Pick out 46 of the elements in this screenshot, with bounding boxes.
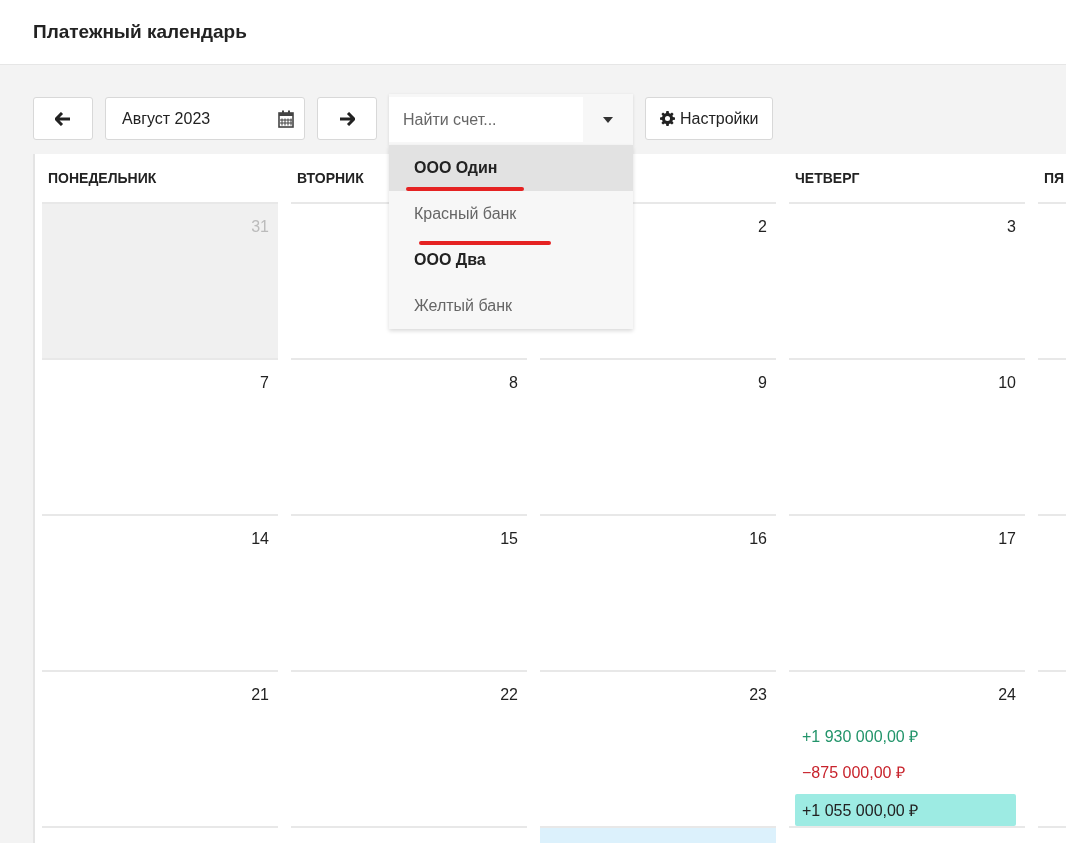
day-cell[interactable]: 21 (42, 672, 278, 828)
expense-amount: −875 000,00 ₽ (801, 763, 906, 783)
day-number: 16 (749, 530, 767, 548)
settings-icon (660, 111, 675, 126)
day-cell[interactable]: 22 (291, 672, 527, 828)
arrow-left-icon (55, 111, 71, 126)
day-number: 8 (509, 374, 518, 392)
day-cell[interactable]: 7 (42, 360, 278, 516)
day-cell[interactable]: 17 (789, 516, 1025, 672)
day-number: 7 (260, 374, 269, 392)
caret-icon (603, 116, 613, 123)
weekday-header: ПЯ (1043, 170, 1065, 186)
day-number: 24 (998, 686, 1016, 704)
day-cell[interactable]: 3 (789, 204, 1025, 360)
day-number: 3 (1007, 218, 1016, 236)
company-option[interactable]: ООО Один (389, 145, 633, 191)
day-cell[interactable]: 14 (42, 516, 278, 672)
day-number: 15 (500, 530, 518, 548)
day-number: 10 (998, 374, 1016, 392)
day-number: 21 (251, 686, 269, 704)
page-title: Платежный календарь (33, 21, 247, 43)
weekday-header: ВТОРНИК (296, 170, 364, 186)
month-picker-field[interactable]: Август 2023 (105, 97, 305, 140)
day-number: 22 (500, 686, 518, 704)
arrow-right-icon (339, 111, 355, 126)
settings-button[interactable]: Настройки (645, 97, 774, 140)
next-month-button[interactable] (317, 97, 377, 140)
weekday-header: ПОНЕДЕЛЬНИК (47, 170, 157, 186)
day-cell[interactable]: 10 (789, 360, 1025, 516)
day-number: 17 (998, 530, 1016, 548)
day-cell[interactable]: 15 (291, 516, 527, 672)
day-number: 9 (758, 374, 767, 392)
day-cell[interactable]: 24 +1 930 000,00 ₽ −875 000,00 ₽ +1 055 000,00 ₽ (789, 672, 1025, 828)
weekday-header: ЧЕТВЕРГ (794, 170, 860, 186)
account-search-select[interactable]: Найти счет... (389, 94, 633, 145)
day-number: 2 (758, 218, 767, 236)
day-cell[interactable]: 9 (540, 360, 776, 516)
day-number: 23 (749, 686, 767, 704)
balance-total: +1 055 000,00 ₽ (795, 794, 1016, 826)
previous-month-button[interactable] (33, 97, 93, 140)
income-amount: +1 930 000,00 ₽ (801, 727, 920, 747)
day-cell[interactable]: 8 (291, 360, 527, 516)
calendar-icon (278, 109, 294, 128)
day-number: 14 (251, 530, 269, 548)
day-cell[interactable]: 16 (540, 516, 776, 672)
day-cell[interactable]: 2 (540, 204, 776, 360)
